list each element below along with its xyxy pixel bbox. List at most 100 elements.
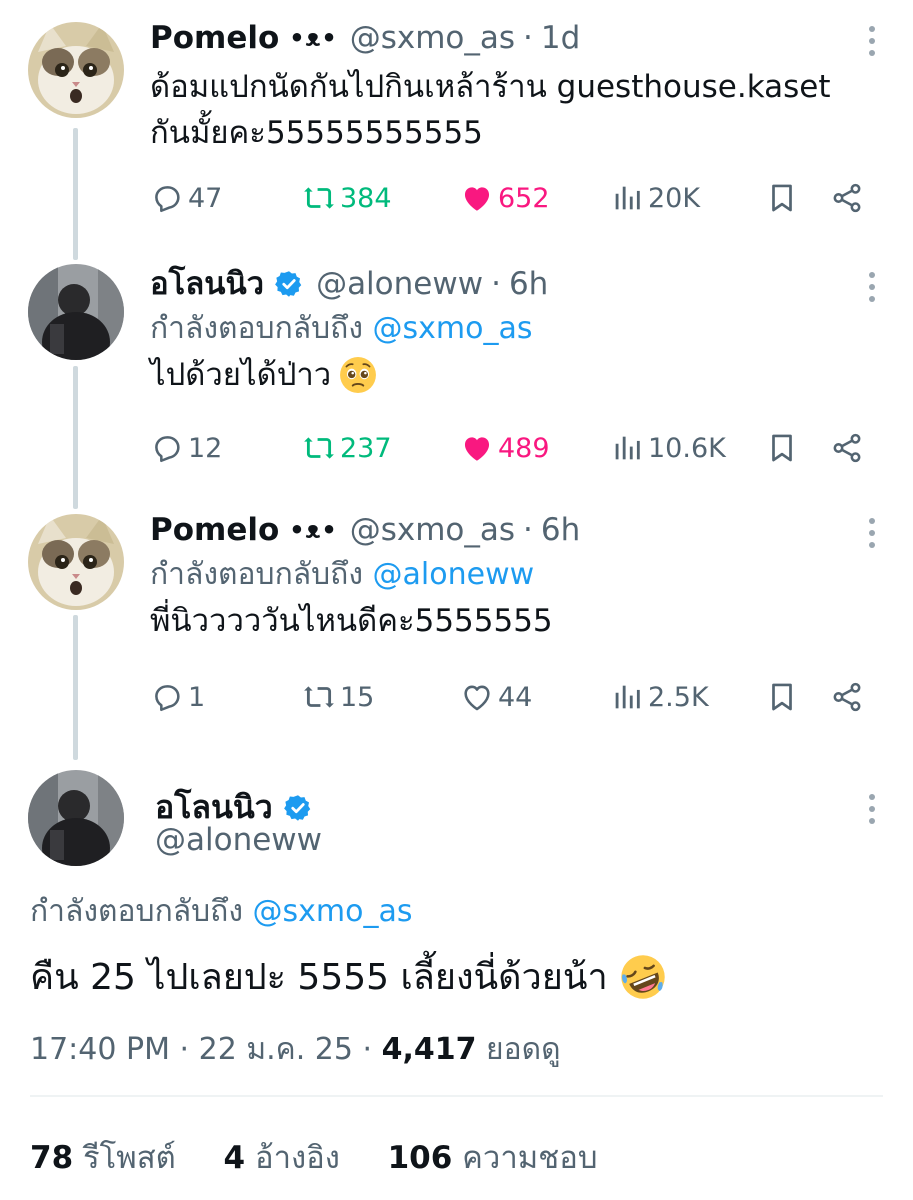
tweet-text: ไปด้วยได้ป่าว bbox=[150, 357, 332, 393]
views-button[interactable]: 10.6K bbox=[610, 428, 726, 468]
like-count: 652 bbox=[498, 182, 550, 214]
more-options-icon[interactable] bbox=[867, 26, 877, 56]
retweet-count: 384 bbox=[340, 182, 392, 214]
thread-line-2 bbox=[73, 366, 78, 509]
tweet-text-line: กันมั้ยคะ55555555555 bbox=[150, 115, 483, 151]
avatar-pomelo[interactable] bbox=[28, 22, 124, 118]
bookmark-button[interactable] bbox=[765, 178, 803, 218]
author-handle[interactable]: @aloneww bbox=[316, 264, 483, 304]
heart-filled-icon bbox=[464, 187, 490, 211]
retweet-icon bbox=[304, 187, 334, 209]
avatar-aloneww[interactable] bbox=[28, 264, 124, 360]
share-button[interactable] bbox=[830, 178, 868, 218]
pleading-face-emoji-icon bbox=[340, 357, 377, 393]
person-avatar-image bbox=[28, 770, 124, 866]
share-icon bbox=[833, 682, 861, 712]
more-options-icon[interactable] bbox=[867, 518, 877, 548]
bookmark-button[interactable] bbox=[765, 428, 803, 468]
views-button[interactable]: 2.5K bbox=[610, 677, 709, 717]
like-button[interactable]: 652 bbox=[460, 178, 550, 218]
share-icon bbox=[833, 433, 861, 463]
heart-outline-icon bbox=[464, 685, 490, 711]
likes-label: ความชอบ bbox=[462, 1140, 598, 1176]
likes-count: 106 bbox=[387, 1140, 453, 1176]
cat-avatar-image bbox=[28, 22, 124, 118]
quotes-stat[interactable]: 4 อ้างอิง bbox=[224, 1140, 340, 1176]
name-decoration: •ᴥ• bbox=[289, 24, 338, 52]
author-name[interactable]: อโลนนิว bbox=[150, 264, 264, 304]
reply-mention-link[interactable]: @sxmo_as bbox=[373, 311, 533, 346]
bookmark-button[interactable] bbox=[765, 677, 803, 717]
share-button[interactable] bbox=[830, 677, 868, 717]
tweet-time[interactable]: 17:40 PM bbox=[30, 1032, 170, 1067]
author-name[interactable]: Pomelo bbox=[150, 510, 279, 550]
tweet-text-line: ด้อมแปกนัดกันไปกินเหล้าร้าน guesthouse.k… bbox=[150, 69, 831, 105]
reply-mention-link[interactable]: @sxmo_as bbox=[253, 894, 413, 929]
thread-line-1 bbox=[73, 128, 78, 260]
author-handle[interactable]: @aloneww bbox=[155, 822, 322, 858]
engagement-stats: 78 รีโพสต์ 4 อ้างอิง 106 ความชอบ bbox=[30, 1132, 598, 1182]
replying-to: กำลังตอบกลับถึง @aloneww bbox=[150, 554, 883, 596]
avatar-aloneww[interactable] bbox=[28, 770, 124, 866]
tweet-time[interactable]: 6h bbox=[541, 510, 580, 550]
tweet-time[interactable]: 1d bbox=[541, 18, 580, 58]
likes-stat[interactable]: 106 ความชอบ bbox=[388, 1140, 598, 1176]
view-count: 20K bbox=[648, 182, 701, 214]
retweet-button[interactable]: 237 bbox=[302, 428, 392, 468]
retweet-icon bbox=[304, 686, 334, 708]
replying-to-label: กำลังตอบกลับถึง bbox=[150, 311, 363, 346]
more-options-icon[interactable] bbox=[867, 794, 877, 824]
bookmark-icon bbox=[772, 434, 792, 462]
like-count: 489 bbox=[498, 432, 550, 464]
share-icon bbox=[833, 183, 861, 213]
retweets-count: 78 bbox=[30, 1140, 74, 1176]
bookmark-icon bbox=[772, 683, 792, 711]
reply-button[interactable]: 47 bbox=[150, 178, 222, 218]
retweet-button[interactable]: 15 bbox=[302, 677, 374, 717]
reply-count: 12 bbox=[188, 432, 223, 464]
views-button[interactable]: 20K bbox=[610, 178, 700, 218]
author-handle[interactable]: @sxmo_as bbox=[350, 18, 515, 58]
tweet-time[interactable]: 6h bbox=[509, 264, 548, 304]
reply-button[interactable]: 1 bbox=[150, 677, 205, 717]
replying-to: กำลังตอบกลับถึง @sxmo_as bbox=[150, 308, 883, 350]
reply-mention-link[interactable]: @aloneww bbox=[373, 557, 535, 592]
tweet-date[interactable]: 22 ม.ค. 25 bbox=[199, 1032, 353, 1067]
separator: · bbox=[523, 20, 533, 56]
separator: · bbox=[362, 1032, 373, 1067]
quotes-label: อ้างอิง bbox=[254, 1140, 340, 1176]
views-chart-icon bbox=[615, 685, 640, 709]
verified-badge-icon bbox=[275, 271, 302, 297]
tweet-metadata: 17:40 PM · 22 ม.ค. 25 · 4,417 ยอดดู bbox=[30, 1026, 561, 1073]
views-count: 4,417 bbox=[381, 1032, 477, 1067]
tweet-text: คืน 25 ไปเลยปะ 5555 เลี้ยงนี่ด้วยน้า bbox=[30, 957, 608, 998]
share-button[interactable] bbox=[830, 428, 868, 468]
separator: · bbox=[491, 266, 501, 302]
author-handle[interactable]: @sxmo_as bbox=[350, 510, 515, 550]
retweets-stat[interactable]: 78 รีโพสต์ bbox=[30, 1140, 176, 1176]
tweet-text: พี่นิวววววันไหนดีคะ5555555 bbox=[150, 603, 553, 639]
retweet-button[interactable]: 384 bbox=[302, 178, 392, 218]
replying-to: กำลังตอบกลับถึง @sxmo_as bbox=[30, 888, 413, 935]
like-count: 44 bbox=[498, 681, 533, 713]
replying-to-label: กำลังตอบกลับถึง bbox=[150, 557, 363, 592]
retweet-count: 237 bbox=[340, 432, 392, 464]
avatar-pomelo[interactable] bbox=[28, 514, 124, 610]
heart-filled-icon bbox=[464, 437, 490, 461]
like-button[interactable]: 44 bbox=[460, 677, 532, 717]
reply-icon bbox=[155, 685, 180, 712]
reply-button[interactable]: 12 bbox=[150, 428, 222, 468]
thread-line-3 bbox=[73, 615, 78, 760]
views-label: ยอดดู bbox=[486, 1032, 561, 1067]
separator: · bbox=[179, 1032, 190, 1067]
name-decoration: •ᴥ• bbox=[289, 516, 338, 544]
reply-icon bbox=[155, 436, 180, 463]
rofl-emoji-icon bbox=[620, 954, 665, 999]
view-count: 2.5K bbox=[648, 681, 709, 713]
like-button[interactable]: 489 bbox=[460, 428, 550, 468]
cat-avatar-image bbox=[28, 514, 124, 610]
author-name[interactable]: Pomelo bbox=[150, 18, 279, 58]
quotes-count: 4 bbox=[223, 1140, 246, 1176]
views-chart-icon bbox=[615, 436, 640, 460]
more-options-icon[interactable] bbox=[867, 272, 877, 302]
